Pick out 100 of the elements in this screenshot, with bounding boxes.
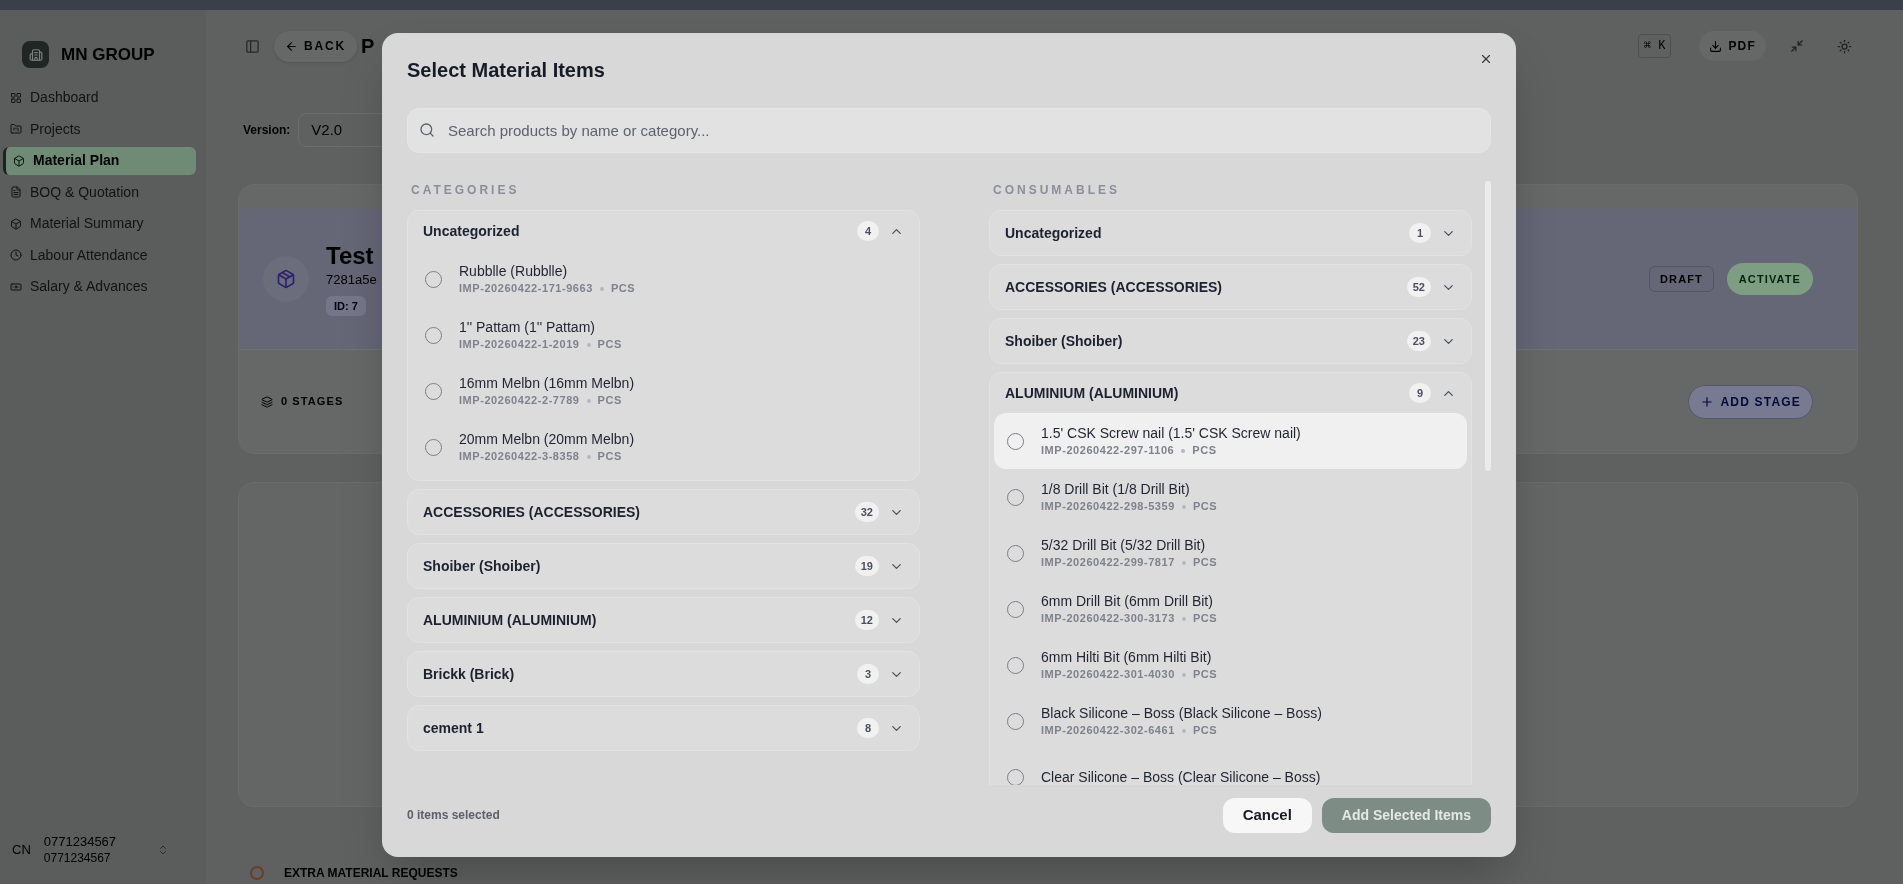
user-subtitle: 0771234567	[43, 850, 112, 866]
item-code: IMP-20260422-300-3173	[1041, 611, 1175, 626]
pdf-button[interactable]: PDF	[1699, 31, 1766, 61]
add-stage-button[interactable]: ADD STAGE	[1688, 384, 1813, 419]
unit-label: PCS	[1192, 555, 1218, 570]
count-badge: 32	[854, 502, 879, 522]
count-badge: 23	[1406, 331, 1431, 351]
item-name: Rubblle (Rubblle)	[459, 262, 569, 281]
item-name: 6mm Hilti Bit (6mm Hilti Bit)	[1041, 648, 1213, 667]
item-code: IMP-20260422-301-4030	[1041, 667, 1175, 682]
unit-label: PCS	[597, 337, 622, 352]
search-field[interactable]: Search products by name or category...	[407, 108, 1491, 153]
material-row[interactable]: 1.5' CSK Screw nail (1.5' CSK Screw nail) IMP-20260422-297-1106 PCS	[994, 413, 1467, 469]
count-badge: 8	[857, 718, 879, 738]
item-code: IMP-20260422-3-8358	[459, 449, 580, 464]
item-name: 16mm Melbn (16mm Melbn)	[459, 374, 635, 393]
logo-icon	[22, 41, 49, 68]
item-code: IMP-20260422-171-9663	[459, 281, 593, 296]
category-header[interactable]: ACCESSORIES (ACCESSORIES) 32	[408, 490, 919, 534]
user-initials: CN	[12, 841, 31, 860]
back-button[interactable]: BACK	[274, 30, 357, 62]
stages-icon	[261, 395, 273, 408]
category-header[interactable]: Shoiber (Shoiber) 23	[990, 319, 1471, 363]
nav-icon	[10, 123, 22, 136]
category-header[interactable]: Uncategorized 4	[408, 211, 919, 251]
brand-name: MN GROUP	[61, 43, 155, 66]
unit-label: PCS	[1192, 611, 1218, 626]
count-badge: 52	[1406, 277, 1431, 297]
version-label: Version:	[243, 122, 291, 139]
category-name: Brickk (Brick)	[423, 664, 515, 684]
count-badge: 12	[854, 610, 879, 630]
id-chip: ID: 7	[326, 295, 366, 316]
nav-icon	[10, 280, 22, 293]
page-title: P	[360, 34, 375, 59]
unit-label: PCS	[1192, 499, 1218, 514]
count-badge: 1	[1409, 223, 1431, 243]
item-name: 1/8 Drill Bit (1/8 Drill Bit)	[1041, 480, 1191, 499]
unit-label: PCS	[610, 281, 636, 296]
shortcut-hint: ⌘ K	[1637, 34, 1672, 58]
arrow-left-icon	[285, 39, 298, 53]
collapse-icon[interactable]	[1790, 39, 1804, 53]
request-icon	[250, 866, 264, 880]
nav-icon	[13, 154, 25, 167]
cancel-button[interactable]: Cancel	[1222, 797, 1312, 833]
category-header[interactable]: cement 1 8	[408, 706, 919, 750]
item-name: Clear Silicone – Boss (Clear Silicone – Boss)	[1041, 767, 1321, 785]
category-name: ACCESSORIES (ACCESSORIES)	[1005, 277, 1223, 297]
category-header[interactable]: ACCESSORIES (ACCESSORIES) 52	[990, 265, 1471, 309]
count-badge: 4	[857, 221, 879, 241]
close-icon[interactable]	[1479, 52, 1493, 66]
item-name: 5/32 Drill Bit (5/32 Drill Bit)	[1041, 536, 1207, 555]
box-icon	[263, 256, 309, 302]
unit-label: PCS	[1192, 667, 1218, 682]
item-name: 1.5' CSK Screw nail (1.5' CSK Screw nail)	[1041, 424, 1301, 443]
category-header[interactable]: Uncategorized 1	[990, 211, 1471, 255]
nav-icon	[10, 217, 22, 230]
unit-label: PCS	[1192, 723, 1218, 738]
unit-label: PCS	[1192, 443, 1217, 458]
category-name: Shoiber (Shoiber)	[423, 556, 541, 576]
stages-count: 0 STAGES	[281, 394, 344, 410]
column-heading: CATEGORIES	[410, 182, 521, 199]
item-code: IMP-20260422-299-7817	[1041, 555, 1175, 570]
unit-label: PCS	[597, 449, 622, 464]
item-code: IMP-20260422-298-5359	[1041, 499, 1175, 514]
category-header[interactable]: ALUMINIUM (ALUMINIUM) 12	[408, 598, 919, 642]
section-title: EXTRA MATERIAL REQUESTS	[284, 865, 458, 882]
nav-item[interactable]: Material Plan	[3, 147, 196, 175]
plan-title: Test	[326, 242, 375, 270]
item-name: Black Silicone – Boss (Black Silicone – Boss)	[1041, 704, 1322, 723]
plus-icon	[1700, 394, 1715, 409]
category-name: ALUMINIUM (ALUMINIUM)	[423, 610, 597, 630]
item-code: IMP-20260422-297-1106	[1041, 443, 1175, 458]
column-heading: CONSUMABLES	[992, 182, 1121, 199]
category-name: Shoiber (Shoiber)	[1005, 331, 1123, 351]
item-code: IMP-20260422-1-2019	[459, 337, 580, 352]
sidebar-toggle-icon[interactable]	[245, 38, 260, 54]
item-name: 1'' Pattam (1'' Pattam)	[459, 318, 596, 337]
item-name: 20mm Melbn (20mm Melbn)	[459, 430, 635, 449]
activate-button[interactable]: ACTIVATE	[1726, 263, 1813, 295]
download-icon	[1709, 39, 1723, 53]
status-badge: DRAFT	[1649, 265, 1714, 293]
count-badge: 9	[1409, 383, 1431, 403]
category-header[interactable]: Brickk (Brick) 3	[408, 652, 919, 696]
category-name: cement 1	[423, 718, 484, 738]
dialog-title: Select Material Items	[407, 58, 605, 83]
unit-label: PCS	[597, 393, 622, 408]
nav-icon	[10, 249, 22, 262]
user-name: 0771234567	[43, 834, 117, 850]
category-name: ALUMINIUM (ALUMINIUM)	[1005, 383, 1179, 403]
item-name: 6mm Drill Bit (6mm Drill Bit)	[1041, 592, 1214, 611]
nav-icon	[10, 186, 22, 199]
count-badge: 19	[854, 556, 879, 576]
category-name: ACCESSORIES (ACCESSORIES)	[423, 502, 641, 522]
nav-icon	[10, 91, 22, 104]
theme-icon[interactable]	[1837, 38, 1852, 54]
plan-code: 7281a5e	[326, 271, 377, 289]
category-name: Uncategorized	[423, 221, 520, 241]
category-header[interactable]: ALUMINIUM (ALUMINIUM) 9	[990, 373, 1471, 413]
search-icon	[419, 122, 435, 138]
category-header[interactable]: Shoiber (Shoiber) 19	[408, 544, 919, 588]
